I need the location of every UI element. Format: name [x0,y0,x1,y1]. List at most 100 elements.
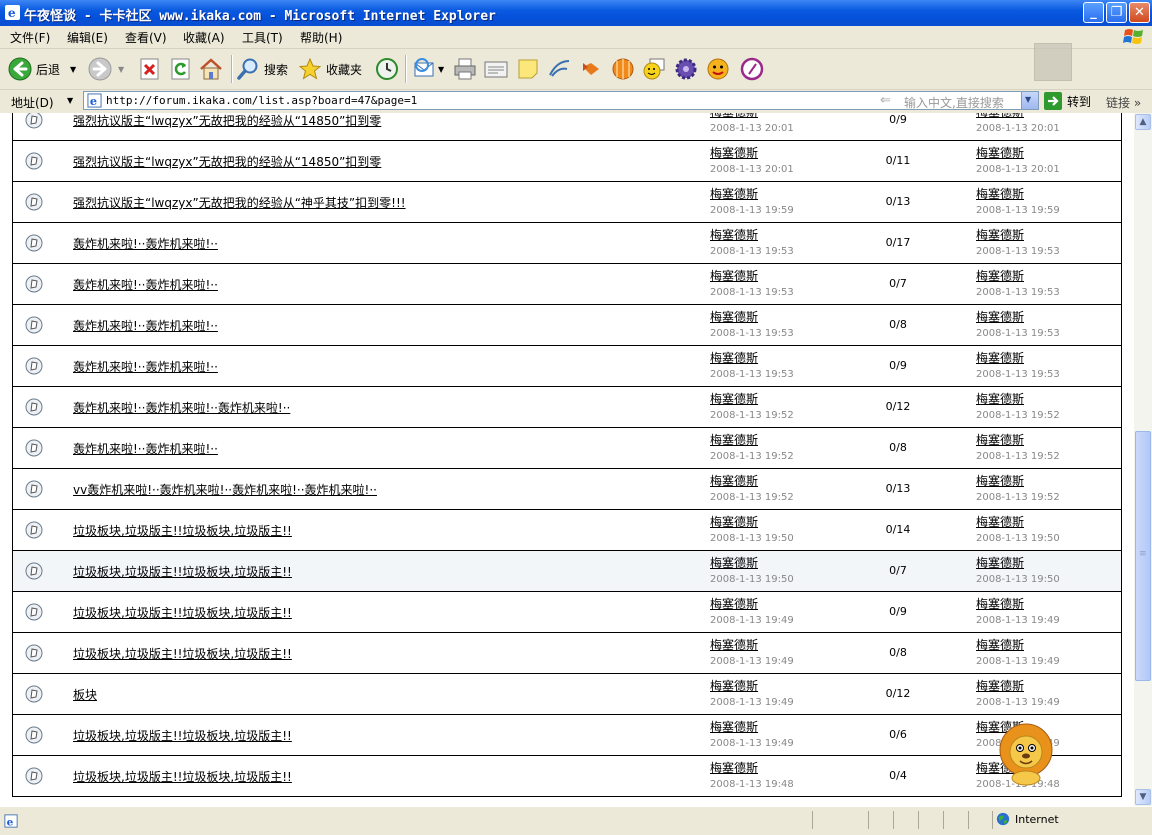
last-reply-author-link[interactable]: 梅塞德斯 [976,185,1024,202]
thread-author-link[interactable]: 梅塞德斯 [710,390,758,407]
scroll-down-button[interactable]: ▼ [1135,789,1151,805]
plugin-button-3[interactable] [674,55,698,83]
reply-view-count: 0/14 [885,523,911,536]
thread-author-link[interactable]: 梅塞德斯 [710,349,758,366]
refresh-button[interactable] [169,55,193,83]
address-input[interactable]: e http://forum.ikaka.com/list.asp?board=… [83,91,1039,110]
stop-button[interactable] [138,55,162,83]
edit-button[interactable] [484,55,508,83]
back-button[interactable]: 后退 ▼ [8,55,76,83]
thread-author-link[interactable]: 梅塞德斯 [710,513,758,530]
ie-icon: e [5,5,20,20]
forward-button[interactable]: ▼ [88,55,124,83]
last-reply-author-link[interactable]: 梅塞德斯 [976,267,1024,284]
chevron-down-icon[interactable]: ▼ [70,65,76,74]
thread-author-link[interactable]: 梅塞德斯 [710,677,758,694]
reply-view-count: 0/9 [889,605,907,618]
last-reply-author-link[interactable]: 梅塞德斯 [976,595,1024,612]
menu-edit[interactable]: 编辑(E) [67,29,108,46]
last-reply-author-link[interactable]: 梅塞德斯 [976,113,1024,120]
thread-subject-link[interactable]: vv轰炸机来啦!··轰炸机来啦!··轰炸机来啦!··轰炸机来啦!·· [73,481,377,498]
thread-subject-link[interactable]: 垃圾板块,垃圾版主!!垃圾板块,垃圾版主!! [73,604,292,621]
plugin-button-1[interactable] [611,55,635,83]
thread-subject-link[interactable]: 轰炸机来啦!··轰炸机来啦!·· [73,276,218,293]
messenger-button[interactable] [547,55,571,83]
maximize-button[interactable]: ❐ [1106,2,1127,23]
thread-author-link[interactable]: 梅塞德斯 [710,144,758,161]
favorites-button[interactable]: 收藏夹 [298,55,362,83]
thread-author-link[interactable]: 梅塞德斯 [710,595,758,612]
last-reply-author-link[interactable]: 梅塞德斯 [976,677,1024,694]
research-button[interactable] [579,55,603,83]
mail-button[interactable]: ▼ [413,55,444,83]
thread-subject-link[interactable]: 板块 [73,686,97,703]
thread-subject-link[interactable]: 垃圾板块,垃圾版主!!垃圾板块,垃圾版主!! [73,522,292,539]
plugin-button-2[interactable] [642,55,666,83]
menu-tools[interactable]: 工具(T) [242,29,283,46]
thread-author-link[interactable]: 梅塞德斯 [710,308,758,325]
chevron-down-icon[interactable]: ▼ [67,96,73,105]
thread-author-link[interactable]: 梅塞德斯 [710,267,758,284]
reply-view-count: 0/7 [889,564,907,577]
thread-subject-link[interactable]: 垃圾板块,垃圾版主!!垃圾板块,垃圾版主!! [73,768,292,785]
go-button[interactable]: 转到 [1044,92,1091,110]
thread-subject-link[interactable]: 垃圾板块,垃圾版主!!垃圾板块,垃圾版主!! [73,563,292,580]
thread-subject-link[interactable]: 垃圾板块,垃圾版主!!垃圾板块,垃圾版主!! [73,727,292,744]
bird-icon [549,60,570,77]
scroll-thumb[interactable]: ≡ [1135,431,1151,681]
last-reply-author-link[interactable]: 梅塞德斯 [976,431,1024,448]
thread-subject-link[interactable]: 轰炸机来啦!··轰炸机来啦!·· [73,235,218,252]
scroll-up-button[interactable]: ▲ [1135,114,1151,130]
search-button[interactable]: 搜索 [236,55,288,83]
thread-author-link[interactable]: 梅塞德斯 [710,113,758,120]
thread-author-link[interactable]: 梅塞德斯 [710,226,758,243]
thread-subject-link[interactable]: 轰炸机来啦!··轰炸机来啦!·· [73,358,218,375]
history-button[interactable] [375,55,399,83]
go-label: 转到 [1067,94,1092,109]
home-button[interactable] [199,55,223,83]
note-button[interactable] [516,55,540,83]
last-reply-author-link[interactable]: 梅塞德斯 [976,144,1024,161]
last-reply-author-link[interactable]: 梅塞德斯 [976,390,1024,407]
thread-author-link[interactable]: 梅塞德斯 [710,185,758,202]
thread-subject-link[interactable]: 轰炸机来啦!··轰炸机来啦!··轰炸机来啦!·· [73,399,290,416]
thread-subject-link[interactable]: 强烈抗议版主“lwqzyx”无故把我的经验从“14850”扣到零 [73,113,381,129]
menu-help[interactable]: 帮助(H) [300,29,342,46]
plugin-button-4[interactable] [706,55,730,83]
thread-author-link[interactable]: 梅塞德斯 [710,636,758,653]
chevron-down-icon[interactable]: ▼ [118,65,124,74]
thread-subject-link[interactable]: 轰炸机来啦!··轰炸机来啦!·· [73,440,218,457]
table-row: 垃圾板块,垃圾版主!!垃圾板块,垃圾版主!! 梅塞德斯 2008-1-13 19:4… [12,756,1122,797]
print-button[interactable] [453,55,477,83]
thread-author-link[interactable]: 梅塞德斯 [710,759,758,776]
last-reply-author-link[interactable]: 梅塞德斯 [976,308,1024,325]
address-dropdown-button[interactable]: ▼ [1021,92,1038,109]
thread-author-link[interactable]: 梅塞德斯 [710,554,758,571]
thread-author-link[interactable]: 梅塞德斯 [710,431,758,448]
plugin-button-5[interactable] [740,55,764,83]
last-reply-author-link[interactable]: 梅塞德斯 [976,554,1024,571]
chevron-down-icon[interactable]: ▼ [438,65,444,74]
thread-author-link[interactable]: 梅塞德斯 [710,718,758,735]
last-reply-author-link[interactable]: 梅塞德斯 [976,226,1024,243]
window-title: 午夜怪谈 - 卡卡社区 www.ikaka.com - Microsoft In… [24,9,496,24]
thread-subject-link[interactable]: 轰炸机来啦!··轰炸机来啦!·· [73,317,218,334]
last-reply-author-link[interactable]: 梅塞德斯 [976,636,1024,653]
last-reply-author-link[interactable]: 梅塞德斯 [976,472,1024,489]
last-reply-author-link[interactable]: 梅塞德斯 [976,349,1024,366]
menu-file[interactable]: 文件(F) [10,29,50,46]
thread-author-link[interactable]: 梅塞德斯 [710,472,758,489]
last-reply-author-link[interactable]: 梅塞德斯 [976,513,1024,530]
thread-subject-link[interactable]: 垃圾板块,垃圾版主!!垃圾板块,垃圾版主!! [73,645,292,662]
links-button[interactable]: 链接 » [1106,94,1141,111]
thread-subject-link[interactable]: 强烈抗议版主“lwqzyx”无故把我的经验从“14850”扣到零 [73,153,381,170]
thread-subject-link[interactable]: 强烈抗议版主“lwqzyx”无故把我的经验从“神乎其技”扣到零!!! [73,194,406,211]
minimize-button[interactable]: _ [1083,2,1104,23]
menu-view[interactable]: 查看(V) [125,29,167,46]
vertical-scrollbar[interactable]: ▲ ≡ ▼ [1134,113,1152,806]
reply-view-count: 0/8 [889,646,907,659]
last-reply-date: 2008-1-13 19:53 [976,369,1060,380]
globe-icon [996,812,1010,826]
close-button[interactable]: ✕ [1129,2,1150,23]
menu-favorites[interactable]: 收藏(A) [183,29,225,46]
